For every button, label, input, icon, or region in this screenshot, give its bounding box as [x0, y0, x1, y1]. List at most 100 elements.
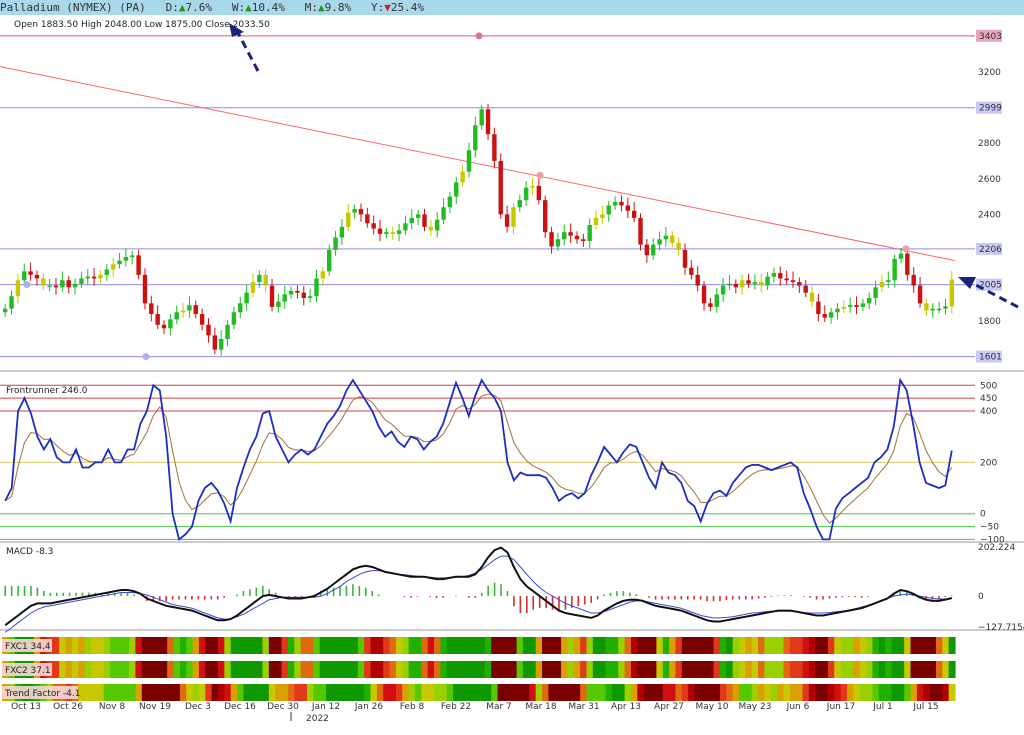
- x-tick-label: Jan 12: [311, 702, 340, 712]
- heatmap-cell: [218, 661, 225, 678]
- heatmap-cell: [650, 684, 657, 701]
- heatmap-cell: [306, 637, 314, 654]
- candle-body: [91, 276, 97, 279]
- heatmap-cell: [453, 637, 461, 654]
- frontrunner-panel[interactable]: Frontrunner 246.0 5004504002000−50−100: [0, 377, 1024, 545]
- heatmap-cell: [256, 637, 264, 654]
- heatmap-cell: [592, 684, 600, 701]
- heatmap-cell: [268, 661, 276, 678]
- heatmap-cell: [395, 684, 403, 701]
- candle-body: [66, 280, 71, 288]
- candle-body: [733, 283, 739, 288]
- heatmap-cell: [338, 637, 346, 654]
- heatmap-cell: [904, 684, 912, 701]
- heatmap-cell: [859, 637, 867, 654]
- heatmap-cell: [326, 637, 333, 654]
- heatmap-cell: [497, 661, 505, 678]
- yearly-change-value: 25.4%: [390, 1, 424, 14]
- heatmap-cell: [287, 661, 295, 678]
- heatmap-cell: [179, 661, 187, 678]
- x-tick-label: Dec 30: [267, 702, 299, 712]
- chart-canvas[interactable]: Open 1883.50 High 2048.00 Low 1875.00 Cl…: [0, 15, 1024, 735]
- heatmap-cell: [732, 661, 740, 678]
- heatmap-cell: [694, 661, 702, 678]
- candle-body: [79, 278, 84, 284]
- heatmap-cell: [637, 661, 645, 678]
- candle-body: [180, 310, 186, 313]
- heatmap-cell: [738, 684, 746, 701]
- heatmap-cell: [916, 637, 924, 654]
- heatmap-cell: [726, 661, 734, 678]
- heatmap-cell: [173, 684, 181, 701]
- heatmap-cell: [275, 637, 283, 654]
- heatmap-cell: [78, 637, 86, 654]
- heatmap-cell: [885, 684, 893, 701]
- heatmap-cell: [821, 684, 829, 701]
- price-panel[interactable]: 1800200022002400260028003000320034003403…: [0, 23, 1024, 372]
- heatmap-cell: [364, 661, 372, 678]
- heatmap-cell: [694, 637, 702, 654]
- heatmap-cell: [478, 684, 486, 701]
- heatmap-cell: [942, 637, 950, 654]
- heatmap-cell: [891, 661, 899, 678]
- heatmap-cell: [815, 684, 823, 701]
- heatmap-cell: [738, 637, 746, 654]
- x-tick-label: Mar 31: [568, 702, 599, 712]
- heatmap-cell: [573, 637, 581, 654]
- y-tick-label: 2800: [978, 139, 1001, 149]
- heatmap-cell: [59, 661, 67, 678]
- heatmap-cell: [548, 637, 556, 654]
- monthly-change-label: M:: [304, 1, 318, 14]
- heatmap-cell: [662, 661, 670, 678]
- heatmap-cell: [929, 661, 937, 678]
- heatmap-cell: [148, 637, 156, 654]
- heatmap-cell: [357, 661, 365, 678]
- heatmap-cell: [198, 684, 206, 701]
- heatmap-cell: [160, 637, 168, 654]
- heatmap-cell: [268, 684, 276, 701]
- heatmap-cell: [611, 637, 619, 654]
- heatmap-cell: [643, 661, 651, 678]
- heatmap-cell: [618, 661, 626, 678]
- heatmap-cell: [306, 661, 314, 678]
- heatmap-cell: [516, 684, 524, 701]
- candle-body: [333, 237, 338, 250]
- x-tick-label: Apr 27: [654, 702, 684, 712]
- x-tick-label: Jun 17: [826, 702, 855, 712]
- candle-body: [358, 209, 364, 215]
- heatmap-cell: [421, 637, 429, 654]
- heatmap-cell: [300, 661, 308, 678]
- heatmap-cell: [52, 661, 60, 678]
- heatmap-cell: [453, 661, 461, 678]
- candle-body: [695, 274, 700, 286]
- heatmap-cell: [758, 684, 765, 701]
- candle-body: [574, 235, 580, 240]
- candle-body: [682, 249, 688, 268]
- heatmap-cell: [414, 684, 422, 701]
- macd-panel[interactable]: MACD -8.3 202.224 0 −127.7154: [0, 543, 1024, 633]
- heatmap-cell: [249, 661, 257, 678]
- heatmap-cell: [395, 637, 403, 654]
- heatmap-cell: [141, 684, 149, 701]
- heatmap-cell: [167, 684, 175, 701]
- heatmap-cell: [675, 637, 683, 654]
- heatmap-cell: [789, 684, 797, 701]
- heatmap-cell: [745, 684, 753, 701]
- heatmap-cell: [459, 684, 467, 701]
- heatmap-cell: [669, 684, 677, 701]
- heatmap-cell: [681, 684, 689, 701]
- heatmap-cell: [935, 661, 943, 678]
- heatmap-cell: [440, 637, 448, 654]
- heatmap-cell: [866, 684, 874, 701]
- heatmap-cell: [872, 637, 880, 654]
- heatmap-cell: [611, 684, 619, 701]
- heatmap-cell: [586, 637, 594, 654]
- heatmap-cell: [389, 684, 397, 701]
- heatmap-cell: [357, 637, 365, 654]
- heatmap-cell: [237, 684, 245, 701]
- heatmap-cell: [90, 637, 98, 654]
- candle-body: [943, 306, 948, 309]
- macd-line: [4, 546, 953, 626]
- candle-body: [415, 214, 421, 218]
- heatmap-cell: [402, 684, 410, 701]
